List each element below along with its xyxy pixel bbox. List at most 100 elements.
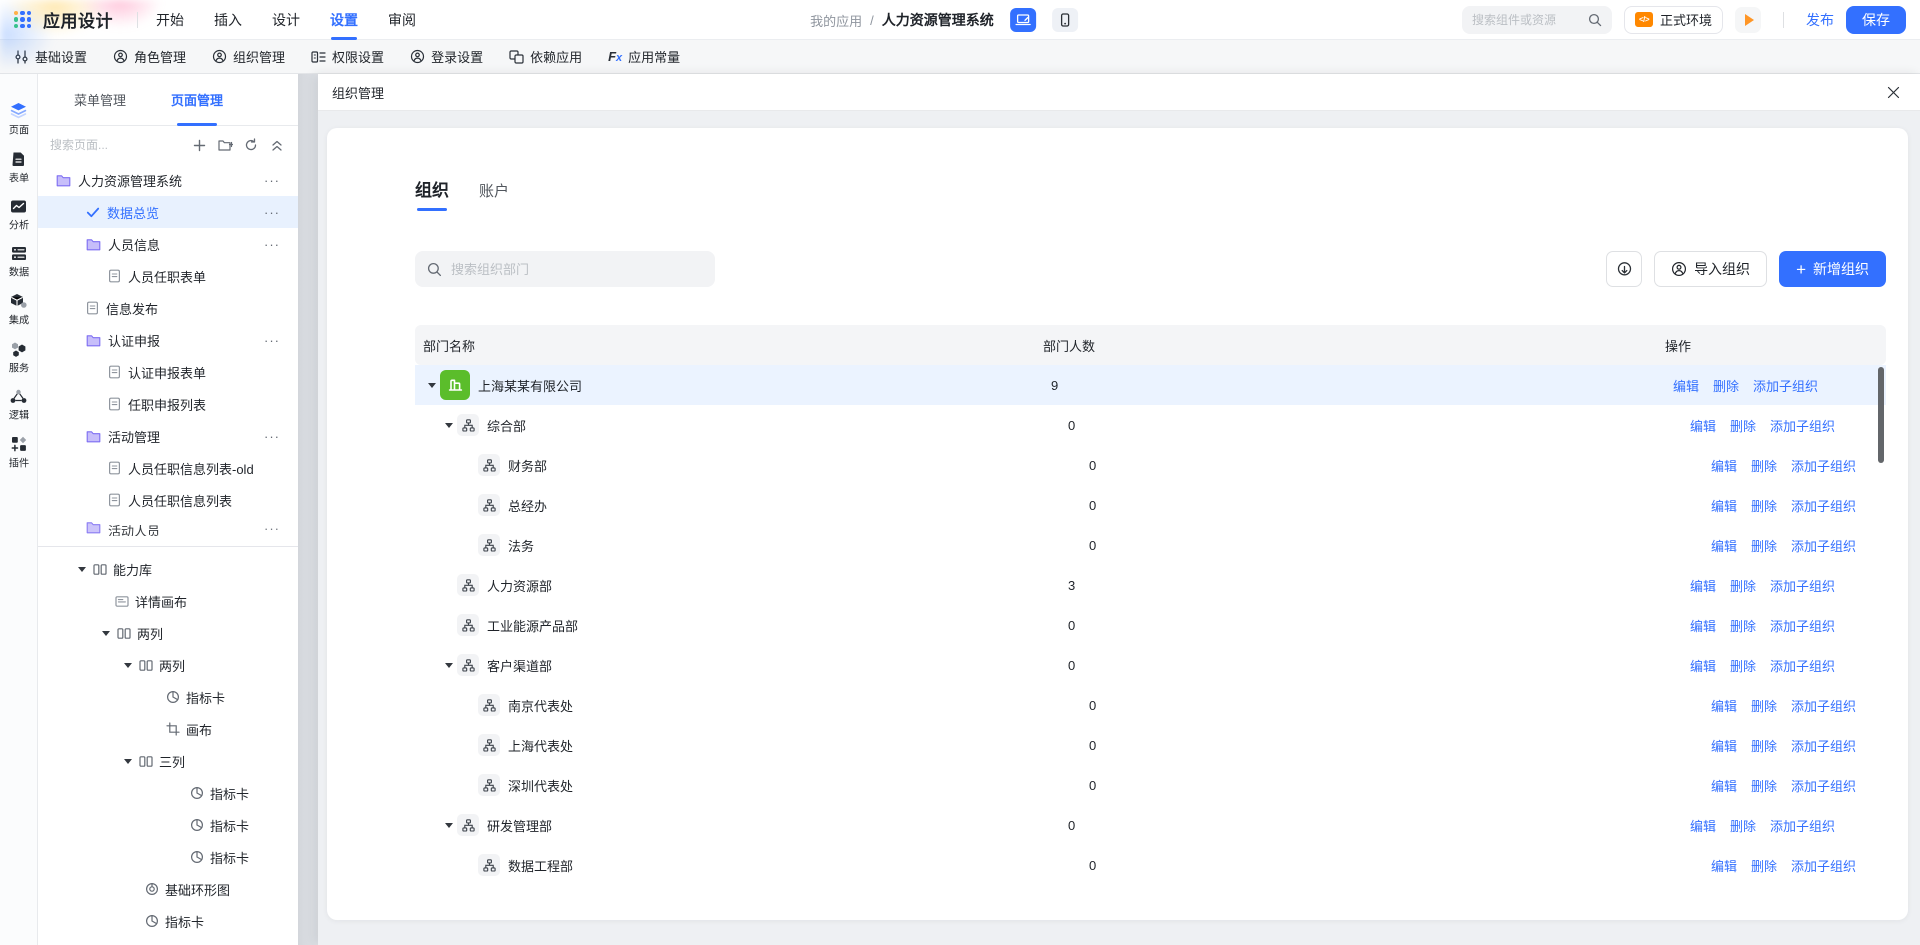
download-template-button[interactable] — [1606, 251, 1643, 287]
edit-link[interactable]: 编辑 — [1690, 416, 1716, 435]
edit-link[interactable]: 编辑 — [1711, 496, 1737, 515]
refresh-icon[interactable] — [242, 136, 260, 154]
outline-item[interactable]: 画布 — [38, 713, 298, 745]
more-icon[interactable]: ··· — [264, 237, 288, 252]
save-button[interactable]: 保存 — [1846, 5, 1906, 34]
edit-link[interactable]: 编辑 — [1711, 776, 1737, 795]
delete-link[interactable]: 删除 — [1713, 376, 1739, 395]
org-search-input[interactable] — [451, 261, 703, 277]
page-tree-item[interactable]: 认证申报 ··· — [38, 324, 298, 356]
table-row[interactable]: 上海代表处 0 编辑 删除 添加子组织 — [415, 725, 1886, 765]
table-scrollbar[interactable] — [1878, 367, 1884, 463]
more-icon[interactable]: ··· — [264, 429, 288, 444]
outline-item[interactable]: 三列 — [38, 745, 298, 777]
rail-item[interactable]: 页面 — [8, 102, 30, 138]
more-icon[interactable]: ··· — [264, 333, 288, 348]
outline-item[interactable]: 详情画布 — [38, 585, 298, 617]
delete-link[interactable]: 删除 — [1751, 536, 1777, 555]
rail-item[interactable]: 插件 — [8, 436, 30, 471]
menu-item[interactable]: 插入 — [214, 0, 242, 40]
edit-link[interactable]: 编辑 — [1711, 736, 1737, 755]
page-tree-item[interactable]: 认证申报表单 — [38, 356, 298, 388]
add-folder-icon[interactable] — [216, 136, 234, 154]
table-row[interactable]: 综合部 0 编辑 删除 添加子组织 — [415, 405, 1886, 445]
add-page-icon[interactable] — [190, 136, 208, 154]
more-icon[interactable]: ··· — [264, 173, 288, 188]
import-org-button[interactable]: 导入组织 — [1654, 251, 1768, 287]
component-search[interactable] — [1461, 5, 1612, 34]
menu-item[interactable]: 设计 — [272, 0, 300, 40]
desktop-preview-button[interactable] — [1009, 8, 1036, 32]
page-tree-item[interactable]: 人员任职表单 — [38, 260, 298, 292]
delete-link[interactable]: 删除 — [1730, 656, 1756, 675]
delete-link[interactable]: 删除 — [1730, 616, 1756, 635]
table-row[interactable]: 研发管理部 0 编辑 删除 添加子组织 — [415, 805, 1886, 845]
caret-down-icon[interactable] — [77, 567, 87, 572]
more-icon[interactable]: ··· — [264, 521, 288, 536]
caret-down-icon[interactable] — [123, 759, 133, 764]
table-row[interactable]: 总经办 0 编辑 删除 添加子组织 — [415, 485, 1886, 525]
delete-link[interactable]: 删除 — [1751, 456, 1777, 475]
menu-item[interactable]: 设置 — [330, 0, 358, 40]
mobile-preview-button[interactable] — [1051, 8, 1078, 32]
app-logo[interactable] — [14, 11, 31, 28]
edit-link[interactable]: 编辑 — [1711, 536, 1737, 555]
close-icon[interactable] — [1882, 81, 1904, 103]
component-search-input[interactable] — [1471, 12, 1580, 27]
page-tree-item[interactable]: 人员任职信息列表-old — [38, 452, 298, 484]
delete-link[interactable]: 删除 — [1751, 776, 1777, 795]
page-tree-item[interactable]: 人员信息 ··· — [38, 228, 298, 260]
add-child-link[interactable]: 添加子组织 — [1770, 816, 1835, 835]
outline-item[interactable]: 两列 — [38, 617, 298, 649]
add-child-link[interactable]: 添加子组织 — [1791, 496, 1856, 515]
table-row[interactable]: 人力资源部 3 编辑 删除 添加子组织 — [415, 565, 1886, 605]
table-row[interactable]: 工业能源产品部 0 编辑 删除 添加子组织 — [415, 605, 1886, 645]
table-row[interactable]: 深圳代表处 0 编辑 删除 添加子组织 — [415, 765, 1886, 805]
ribbon-item[interactable]: 组织管理 — [212, 47, 285, 66]
breadcrumb-parent[interactable]: 我的应用 — [810, 11, 862, 30]
publish-button[interactable]: 发布 — [1806, 10, 1834, 30]
add-child-link[interactable]: 添加子组织 — [1791, 696, 1856, 715]
delete-link[interactable]: 删除 — [1730, 416, 1756, 435]
edit-link[interactable]: 编辑 — [1711, 696, 1737, 715]
add-org-button[interactable]: + 新增组织 — [1779, 251, 1886, 287]
menu-item[interactable]: 审阅 — [388, 0, 416, 40]
menu-item[interactable]: 开始 — [156, 0, 184, 40]
outline-item[interactable]: 两列 — [38, 649, 298, 681]
edit-link[interactable]: 编辑 — [1690, 656, 1716, 675]
outline-item[interactable]: 指标卡 — [38, 841, 298, 873]
table-row[interactable]: 上海某某有限公司 9 编辑 删除 添加子组织 — [415, 365, 1886, 405]
add-child-link[interactable]: 添加子组织 — [1791, 856, 1856, 875]
add-child-link[interactable]: 添加子组织 — [1791, 456, 1856, 475]
delete-link[interactable]: 删除 — [1751, 736, 1777, 755]
org-tab[interactable]: 账户 — [479, 180, 509, 211]
edit-link[interactable]: 编辑 — [1690, 576, 1716, 595]
add-child-link[interactable]: 添加子组织 — [1770, 416, 1835, 435]
ribbon-item[interactable]: 权限设置 — [311, 47, 384, 66]
rail-item[interactable]: 逻辑 — [8, 389, 30, 423]
outline-item[interactable]: 指标卡 — [38, 681, 298, 713]
sidebar-tab[interactable]: 菜单管理 — [74, 74, 126, 126]
delete-link[interactable]: 删除 — [1751, 696, 1777, 715]
rail-item[interactable]: 集成 — [8, 293, 30, 328]
ribbon-item[interactable]: 角色管理 — [113, 47, 186, 66]
table-row[interactable]: 客户渠道部 0 编辑 删除 添加子组织 — [415, 645, 1886, 685]
delete-link[interactable]: 删除 — [1730, 816, 1756, 835]
environment-selector[interactable]: </> 正式环境 — [1623, 5, 1723, 34]
ribbon-item[interactable]: Fx 应用常量 — [608, 47, 680, 66]
edit-link[interactable]: 编辑 — [1711, 856, 1737, 875]
outline-item[interactable]: 指标卡 — [38, 809, 298, 841]
outline-item[interactable]: 指标卡 — [38, 777, 298, 809]
page-tree-item[interactable]: 信息发布 — [38, 292, 298, 324]
table-row[interactable]: 财务部 0 编辑 删除 添加子组织 — [415, 445, 1886, 485]
table-row[interactable]: 数据工程部 0 编辑 删除 添加子组织 — [415, 845, 1886, 885]
page-tree-item[interactable]: 数据总览 ··· — [38, 196, 298, 228]
preview-run-button[interactable] — [1735, 6, 1761, 33]
page-tree-item[interactable]: 人员任职信息列表 — [38, 484, 298, 516]
add-child-link[interactable]: 添加子组织 — [1753, 376, 1818, 395]
caret-down-icon[interactable] — [440, 423, 457, 428]
rail-item[interactable]: 表单 — [8, 151, 30, 186]
caret-down-icon[interactable] — [123, 663, 133, 668]
page-tree-item[interactable]: 任职申报列表 — [38, 388, 298, 420]
page-tree-item[interactable]: 人力资源管理系统 ··· — [38, 164, 298, 196]
